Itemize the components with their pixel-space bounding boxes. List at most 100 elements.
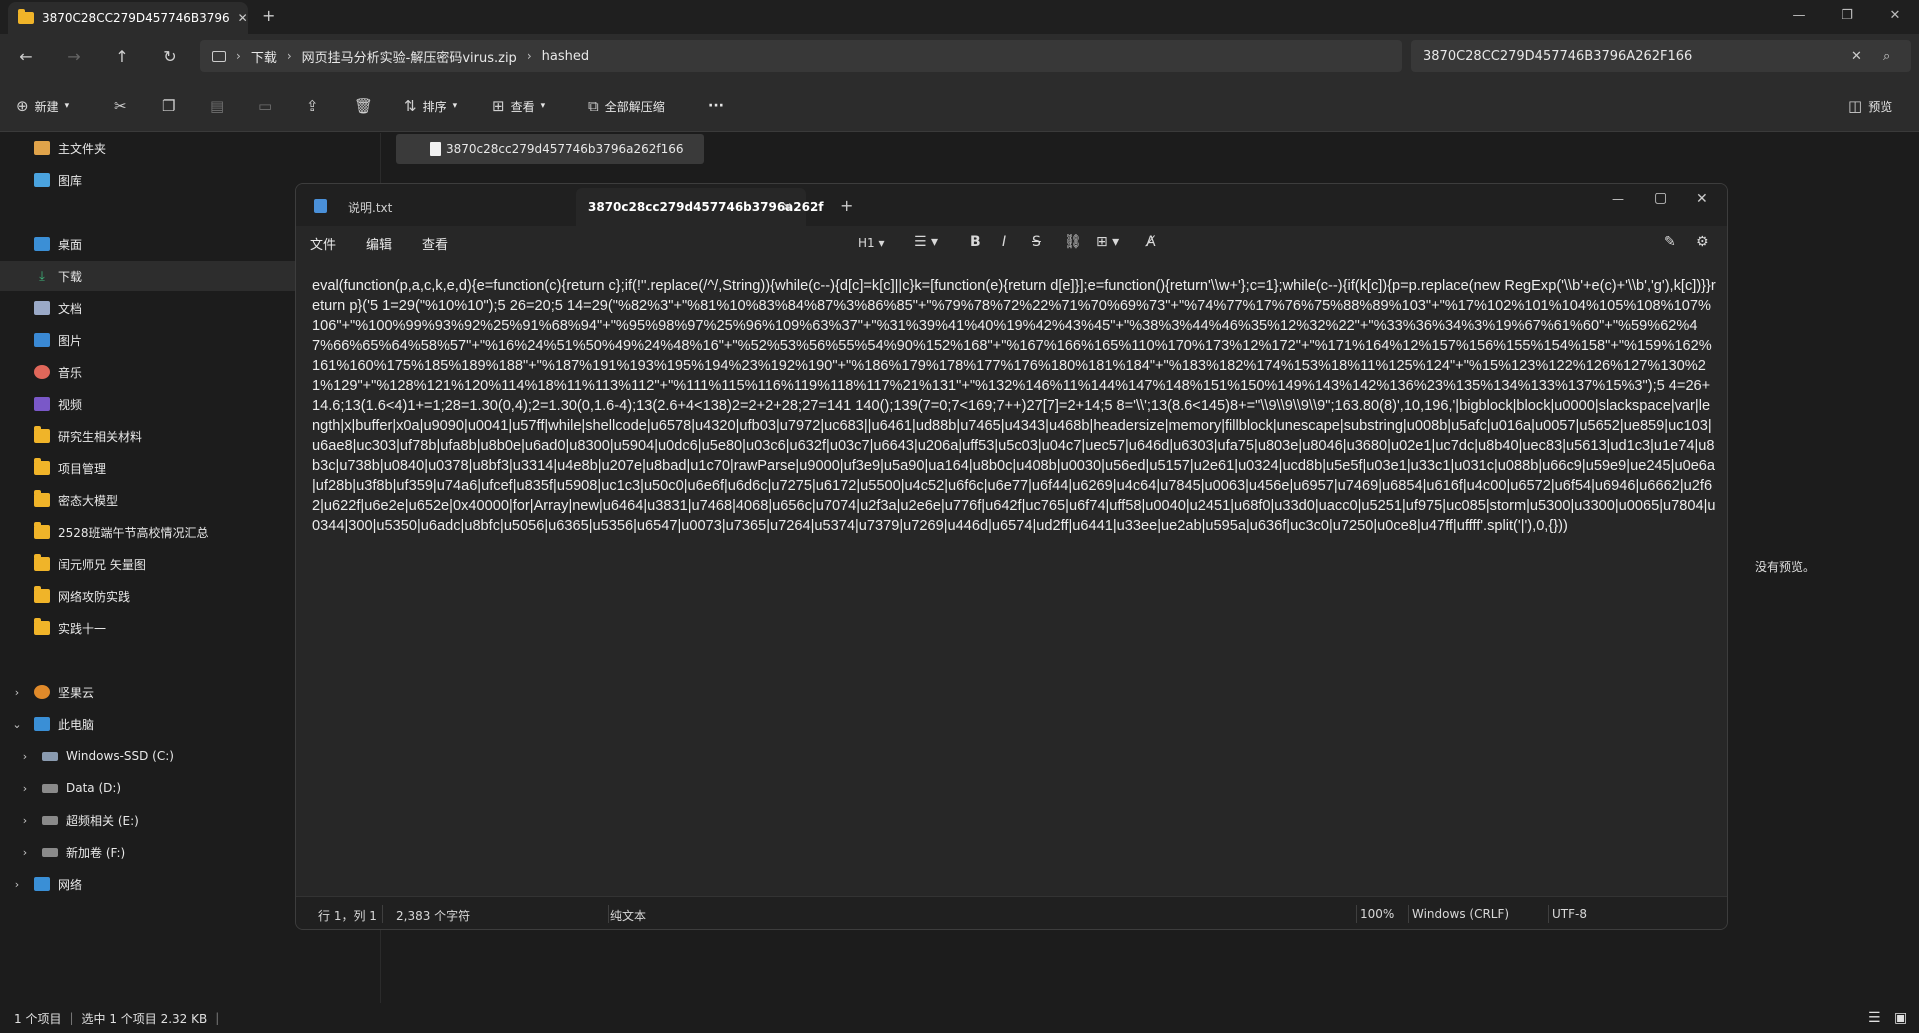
preview-empty-text: 没有预览。 [1755,560,1816,574]
search-icon[interactable]: ⌕ [1883,49,1890,64]
tab-close-icon[interactable]: ✕ [238,11,248,25]
breadcrumb-item[interactable]: 下载 [251,47,277,66]
maximize-button[interactable]: ❐ [1824,0,1870,30]
breadcrumb-item[interactable]: 网页挂马分析实验-解压密码virus.zip [302,47,517,66]
sidebar-item-music[interactable]: 音乐 [0,357,295,387]
paste-button[interactable]: ▤ [210,94,224,118]
up-button[interactable]: ↑ [108,44,136,68]
cursor-position: 行 1，列 1 [318,909,377,923]
share-button[interactable]: ⇪ [306,94,319,118]
sidebar-item-label: 闰元师兄 矢量图 [58,557,146,572]
explorer-tab-title: 3870C28CC279D457746B3796 [42,11,230,25]
sidebar-item-network[interactable]: › 网络 [0,869,295,899]
format-mode[interactable]: 纯文本 [610,907,646,924]
details-view-icon[interactable]: ☰ [1868,1010,1881,1026]
chevron-right-icon[interactable]: › [8,686,26,699]
address-bar[interactable]: › 下载 › 网页挂马分析实验-解压密码virus.zip › hashed [200,40,1402,72]
sidebar-item-drive-e[interactable]: › 超频相关 (E:) [0,805,295,835]
sidebar-item-desktop[interactable]: 桌面 [0,229,295,259]
preview-button[interactable]: ◫ 预览 [1848,94,1892,118]
sidebar-item-pictures[interactable]: 图片 [0,325,295,355]
heading-dropdown[interactable]: H1 ▾ [858,236,885,250]
sidebar-item-drive-c[interactable]: › Windows-SSD (C:) [0,741,295,771]
chevron-right-icon[interactable]: › [16,846,34,859]
strikethrough-icon[interactable]: S [1032,234,1041,250]
music-icon [34,365,50,379]
sidebar-item-documents[interactable]: 文档 [0,293,295,323]
sidebar-item-folder[interactable]: 项目管理 [0,453,295,483]
table-icon[interactable]: ⊞ ▾ [1096,234,1119,250]
sidebar-item-folder[interactable]: 研究生相关材料 [0,421,295,451]
settings-icon[interactable]: ⚙ [1696,234,1709,250]
copilot-icon[interactable]: ✎ [1664,234,1676,250]
more-options-button[interactable]: ··· [708,94,724,118]
sidebar-item-drive-d[interactable]: › Data (D:) [0,773,295,803]
chevron-right-icon[interactable]: › [16,782,34,795]
chevron-right-icon[interactable]: › [16,750,34,763]
forward-button[interactable]: → [60,44,88,68]
clear-search-icon[interactable]: ✕ [1851,49,1862,64]
sidebar-item-label: Data (D:) [66,781,122,795]
menu-view[interactable]: 查看 [422,234,448,253]
editor-text[interactable]: eval(function(p,a,c,k,e,d){e=function(c)… [312,276,1716,836]
sidebar-item-folder[interactable]: 密态大模型 [0,485,295,515]
search-input[interactable]: 3870C28CC279D457746B3796A262F166 ✕ ⌕ [1411,40,1911,72]
copy-button[interactable]: ❐ [162,94,175,118]
back-button[interactable]: ← [12,44,40,68]
new-tab-button[interactable]: + [262,6,275,25]
encoding[interactable]: UTF-8 [1552,907,1587,921]
sidebar-item-downloads[interactable]: ⤓ 下载 [0,261,295,291]
chevron-down-icon: ▾ [64,101,70,111]
bold-icon[interactable]: B [970,234,981,250]
notepad-statusbar: 行 1，列 1 2,383 个字符 纯文本 100% Windows (CRLF… [296,896,1727,929]
sidebar-item-folder[interactable]: 2528班端午节高校情况汇总 [0,517,295,547]
maximize-button[interactable]: ▢ [1654,190,1667,206]
cut-button[interactable]: ✂ [114,94,127,118]
refresh-button[interactable]: ↻ [156,44,184,68]
link-icon[interactable]: ⛓ [1064,234,1082,250]
computer-icon [212,50,226,62]
sidebar-item-this-pc[interactable]: ⌄ 此电脑 [0,709,295,739]
file-item[interactable]: 3870c28cc279d457746b3796a262f166 [396,134,704,164]
sidebar-item-folder[interactable]: 网络攻防实践 [0,581,295,611]
sort-button[interactable]: ⇅ 排序 ▾ [404,94,457,118]
minimize-button[interactable]: — [1612,192,1624,206]
chevron-right-icon[interactable]: › [16,814,34,827]
explorer-tab[interactable]: 3870C28CC279D457746B3796 ✕ [8,2,248,34]
zoom-level[interactable]: 100% [1360,907,1394,921]
search-value: 3870C28CC279D457746B3796A262F166 [1423,48,1693,64]
tab-close-icon[interactable]: ✕ [782,200,792,214]
tiles-view-icon[interactable]: ▣ [1894,1010,1907,1026]
sidebar-item-drive-f[interactable]: › 新加卷 (F:) [0,837,295,867]
sidebar-item-jianguoyun[interactable]: › 坚果云 [0,677,295,707]
new-tab-button[interactable]: + [840,196,853,215]
sidebar-item-videos[interactable]: 视频 [0,389,295,419]
tab-hash-file[interactable]: 3870c28cc279d457746b3796a262f ✕ [576,188,824,226]
sidebar-item-home[interactable]: 主文件夹 [0,133,295,163]
view-button[interactable]: ⊞ 查看 ▾ [492,94,545,118]
chevron-down-icon[interactable]: ⌄ [8,718,26,731]
chevron-right-icon: › [286,49,292,63]
italic-icon[interactable]: I [1002,234,1006,250]
breadcrumb-item[interactable]: hashed [542,49,589,64]
menu-edit[interactable]: 编辑 [366,234,392,253]
rename-button[interactable]: ▭ [258,94,272,118]
chevron-right-icon[interactable]: › [8,878,26,891]
close-button[interactable]: ✕ [1696,191,1708,207]
sidebar-item-folder[interactable]: 闰元师兄 矢量图 [0,549,295,579]
extract-all-button[interactable]: ⧉ 全部解压缩 [588,94,665,118]
minimize-button[interactable]: — [1776,0,1822,30]
clear-formatting-icon[interactable]: A̸ [1146,234,1156,250]
folder-icon [34,554,50,571]
tab-readme[interactable]: 说明.txt [336,188,566,226]
sidebar-item-gallery[interactable]: 图库 [0,165,295,195]
line-ending[interactable]: Windows (CRLF) [1412,907,1509,921]
notepad-app-icon [314,199,327,213]
close-button[interactable]: ✕ [1872,0,1918,30]
delete-button[interactable]: 🗑 [354,94,373,118]
list-dropdown[interactable]: ☰ ▾ [914,234,938,250]
menu-file[interactable]: 文件 [310,234,336,253]
new-button[interactable]: ⊕ 新建 ▾ [16,94,69,118]
sidebar-item-folder[interactable]: 实践十一 [0,613,295,643]
video-icon [34,397,50,411]
